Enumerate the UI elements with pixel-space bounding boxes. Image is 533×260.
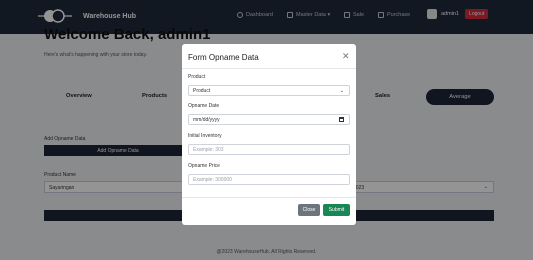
close-button[interactable]: Close bbox=[298, 204, 320, 216]
product-select[interactable]: Product ⌄ bbox=[188, 85, 350, 96]
calendar-icon[interactable] bbox=[339, 117, 344, 122]
opname-date-label: Opname Date bbox=[188, 103, 220, 109]
modal-divider bbox=[182, 68, 356, 69]
initial-inventory-label: Initial Inventory bbox=[188, 133, 222, 139]
modal-footer-divider bbox=[182, 197, 356, 198]
opname-modal: Form Opname Data ✕ Product Product ⌄ Opn… bbox=[182, 44, 356, 225]
product-label: Product bbox=[188, 74, 206, 80]
close-icon[interactable]: ✕ bbox=[342, 51, 350, 62]
submit-button[interactable]: Submit bbox=[323, 204, 350, 216]
modal-title: Form Opname Data bbox=[188, 53, 259, 62]
initial-inventory-input[interactable]: Example: 303 bbox=[188, 144, 350, 155]
opname-date-input[interactable]: mm/dd/yyyy bbox=[188, 114, 350, 125]
opname-price-input[interactable]: Example: 300000 bbox=[188, 174, 350, 185]
opname-price-label: Opname Price bbox=[188, 163, 220, 169]
chevron-down-icon: ⌄ bbox=[339, 88, 344, 94]
